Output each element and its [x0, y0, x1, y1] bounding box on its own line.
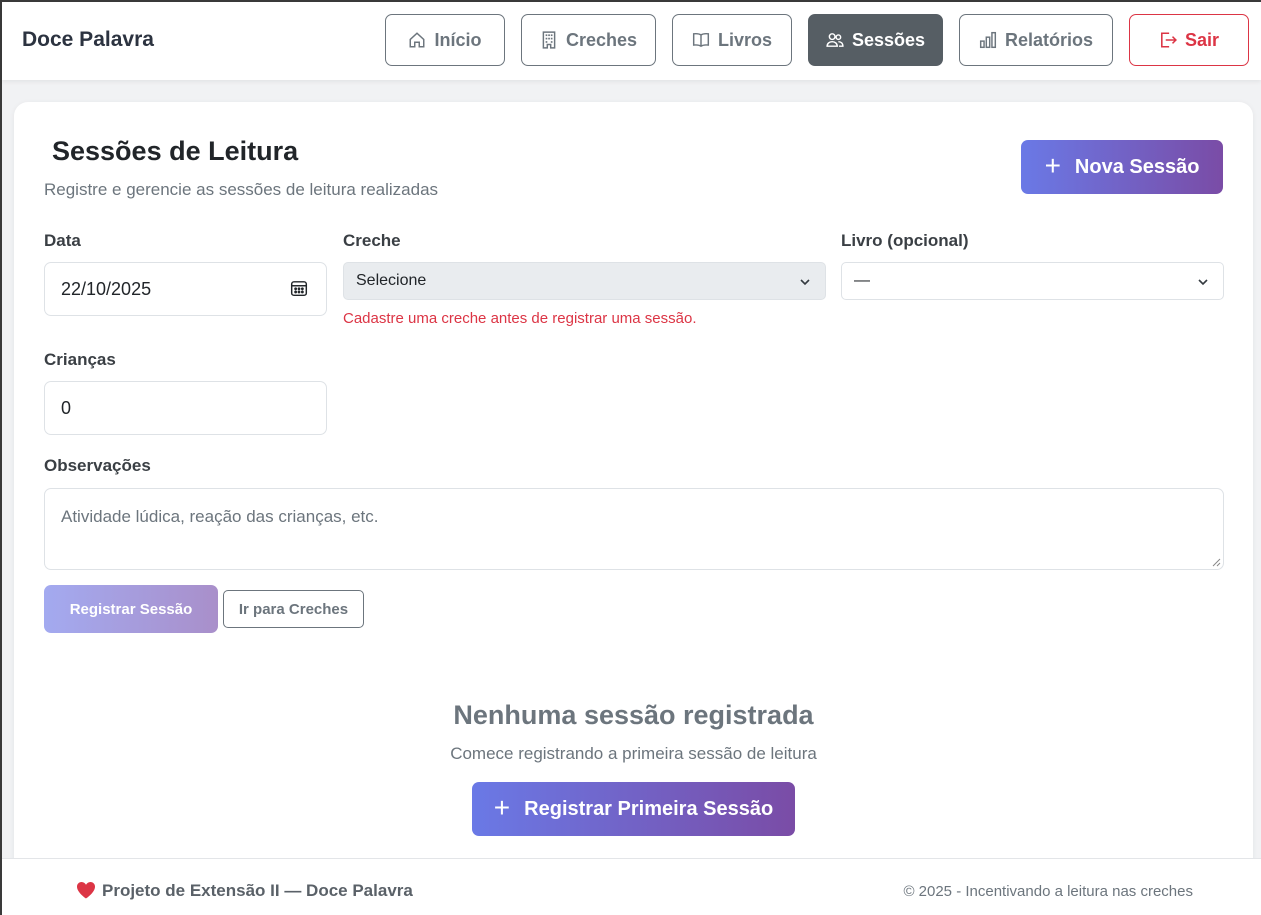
children-input[interactable]: 0	[44, 381, 327, 435]
heart-icon	[77, 882, 95, 899]
calendar-icon[interactable]	[290, 279, 308, 297]
notes-placeholder: Atividade lúdica, reação das crianças, e…	[61, 507, 379, 526]
plus-icon: +	[493, 791, 511, 823]
building-icon	[542, 31, 556, 49]
notes-label: Observações	[44, 456, 151, 475]
empty-state-text: Comece registrando a primeira sessão de …	[450, 744, 817, 763]
logout-button[interactable]: Sair	[1129, 14, 1249, 66]
page-title: Sessões de Leitura	[52, 136, 299, 166]
children-value: 0	[61, 397, 72, 418]
nav-livros-label: Livros	[717, 29, 773, 50]
book-icon	[692, 32, 710, 48]
navbar: Doce Palavra Início Creches Livros Sessõ…	[2, 2, 1261, 80]
plus-icon: +	[1044, 149, 1061, 181]
date-input[interactable]: 22/10/2025	[44, 262, 327, 316]
resize-handle-icon[interactable]	[1212, 558, 1221, 567]
date-label: Data	[44, 231, 81, 250]
brand[interactable]: Doce Palavra	[22, 28, 154, 52]
nav-inicio-button[interactable]: Início	[385, 14, 505, 66]
empty-state-title: Nenhuma sessão registrada	[453, 700, 814, 730]
chevron-down-icon	[1198, 279, 1208, 286]
logout-icon	[1161, 32, 1177, 48]
home-icon	[410, 32, 425, 48]
new-session-label: Nova Sessão	[1074, 155, 1200, 178]
bar-chart-icon	[979, 31, 997, 49]
footer: Projeto de Extensão II — Doce Palavra © …	[2, 858, 1261, 915]
children-label: Crianças	[44, 350, 116, 369]
nav-inicio-label: Início	[434, 29, 482, 50]
register-first-session-label: Registrar Primeira Sessão	[524, 797, 774, 820]
date-value: 22/10/2025	[61, 278, 152, 299]
nav-relatorios-label: Relatórios	[1004, 29, 1094, 50]
creche-label: Creche	[343, 231, 401, 250]
goto-creches-button[interactable]: Ir para Creches	[223, 590, 364, 628]
register-first-session-button[interactable]: + Registrar Primeira Sessão	[472, 782, 795, 836]
register-session-button[interactable]: Registrar Sessão	[44, 585, 218, 633]
footer-project-text: Projeto de Extensão II — Doce Palavra	[102, 881, 413, 900]
nav-creches-button[interactable]: Creches	[521, 14, 656, 66]
book-select-value: —	[854, 272, 870, 289]
chevron-down-icon	[800, 279, 810, 286]
nav-creches-label: Creches	[565, 29, 638, 50]
users-icon	[826, 33, 844, 47]
creche-select-value: Selecione	[356, 272, 427, 289]
nav-livros-button[interactable]: Livros	[672, 14, 792, 66]
nav-relatorios-button[interactable]: Relatórios	[959, 14, 1113, 66]
notes-textarea[interactable]: Atividade lúdica, reação das crianças, e…	[44, 488, 1224, 570]
creche-error-message: Cadastre uma creche antes de registrar u…	[343, 310, 697, 327]
nav-sessoes-label: Sessões	[851, 29, 926, 50]
book-label: Livro (opcional)	[841, 231, 969, 250]
footer-copyright: © 2025 - Incentivando a leitura nas crec…	[903, 883, 1193, 900]
book-select[interactable]: —	[841, 262, 1224, 300]
new-session-button[interactable]: + Nova Sessão	[1021, 140, 1223, 194]
page-subtitle: Registre e gerencie as sessões de leitur…	[44, 180, 439, 199]
sessions-card: Sessões de Leitura Registre e gerencie a…	[14, 102, 1253, 915]
nav-sessoes-button[interactable]: Sessões	[808, 14, 943, 66]
creche-select[interactable]: Selecione	[343, 262, 826, 300]
logout-label: Sair	[1184, 29, 1220, 50]
